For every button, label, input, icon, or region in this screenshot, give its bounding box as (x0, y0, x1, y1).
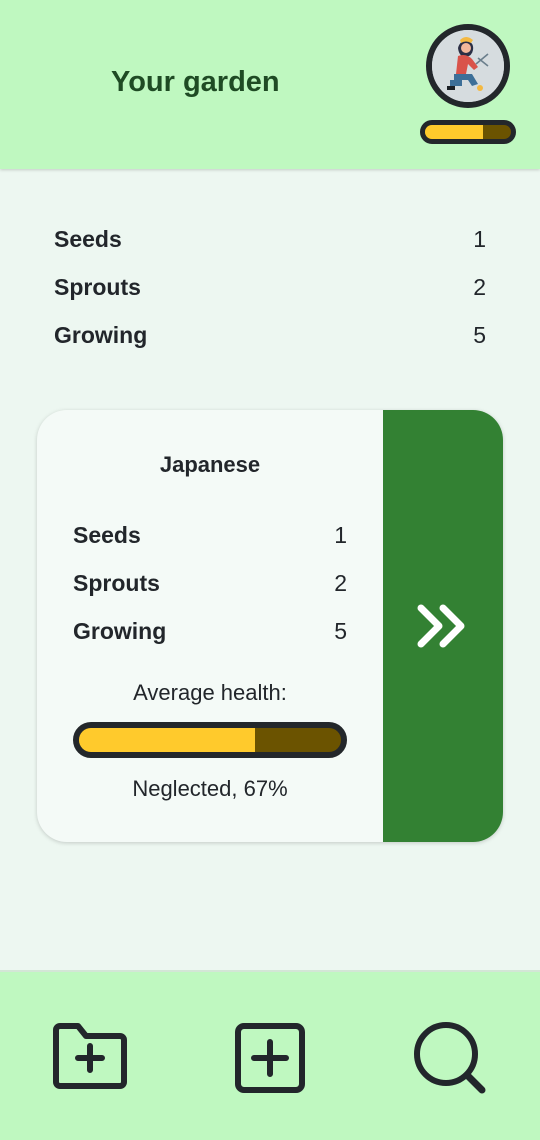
new-folder-button[interactable] (50, 1022, 130, 1095)
page-title: Your garden (111, 66, 280, 98)
summary-value: 2 (473, 274, 486, 300)
card-row-seeds: Seeds 1 (73, 522, 347, 570)
add-plant-button[interactable] (234, 1022, 306, 1099)
folder-add-icon (53, 1023, 127, 1089)
summary-value: 5 (473, 322, 486, 348)
summary-row-seeds: Seeds 1 (54, 226, 486, 274)
open-garden-button[interactable] (383, 410, 503, 842)
bottom-navigation (0, 970, 540, 1140)
card-stat-value: 5 (334, 618, 347, 644)
garden-summary: Seeds 1 Sprouts 2 Growing 5 (54, 226, 486, 370)
garden-card-stats: Seeds 1 Sprouts 2 Growing 5 (73, 522, 347, 666)
card-stat-value: 2 (334, 570, 347, 596)
card-row-sprouts: Sprouts 2 (73, 570, 347, 618)
search-button[interactable] (412, 1020, 488, 1101)
user-health-bar (420, 120, 516, 144)
double-chevron-right-icon (417, 604, 465, 648)
summary-label: Growing (54, 322, 148, 348)
gardener-avatar-icon (432, 30, 504, 102)
health-status-text: Neglected, 67% (132, 776, 288, 801)
add-square-icon (235, 1023, 305, 1093)
average-health-bar-fill (79, 728, 255, 752)
card-stat-value: 1 (334, 522, 347, 548)
summary-value: 1 (473, 226, 486, 252)
summary-row-growing: Growing 5 (54, 322, 486, 370)
card-stat-label: Seeds (73, 522, 141, 548)
profile-avatar[interactable] (426, 24, 510, 108)
average-health-label: Average health: (133, 680, 287, 705)
card-stat-label: Sprouts (73, 570, 160, 596)
summary-label: Sprouts (54, 274, 141, 300)
search-icon (414, 1022, 486, 1094)
card-row-growing: Growing 5 (73, 618, 347, 666)
card-stat-label: Growing (73, 618, 167, 644)
app-header: Your garden (0, 0, 540, 169)
garden-card-title: Japanese (159, 452, 261, 477)
average-health-bar (73, 722, 347, 758)
summary-row-sprouts: Sprouts 2 (54, 274, 486, 322)
garden-card[interactable]: Japanese Seeds 1 Sprouts 2 Growing 5 Ave… (37, 410, 503, 842)
summary-label: Seeds (54, 226, 122, 252)
user-health-bar-fill (425, 125, 483, 139)
